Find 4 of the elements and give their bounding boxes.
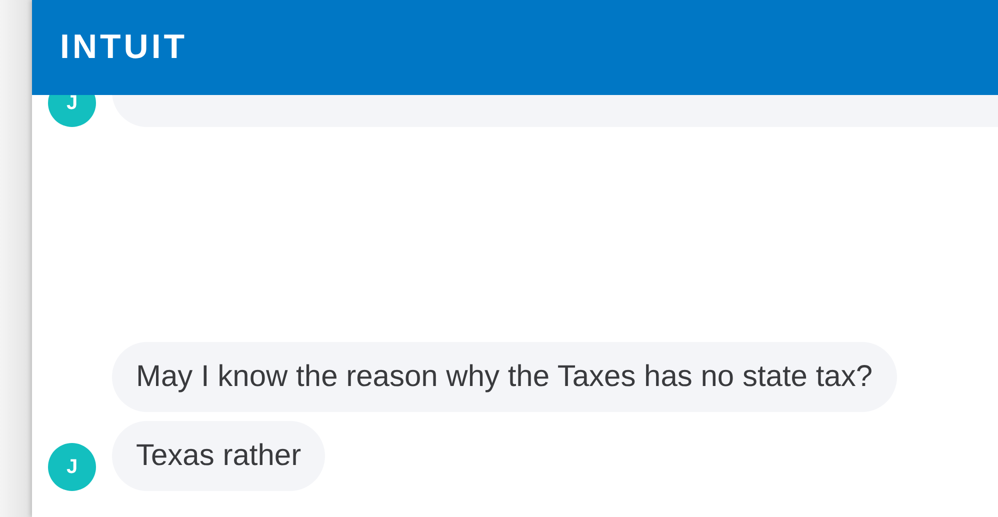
avatar: J bbox=[48, 443, 96, 491]
message-bubble: Texas rather bbox=[112, 421, 326, 491]
intuit-logo: INTUIT bbox=[60, 28, 188, 67]
message-bubble: May I know the reason why the Taxes has no state tax? bbox=[112, 342, 897, 412]
